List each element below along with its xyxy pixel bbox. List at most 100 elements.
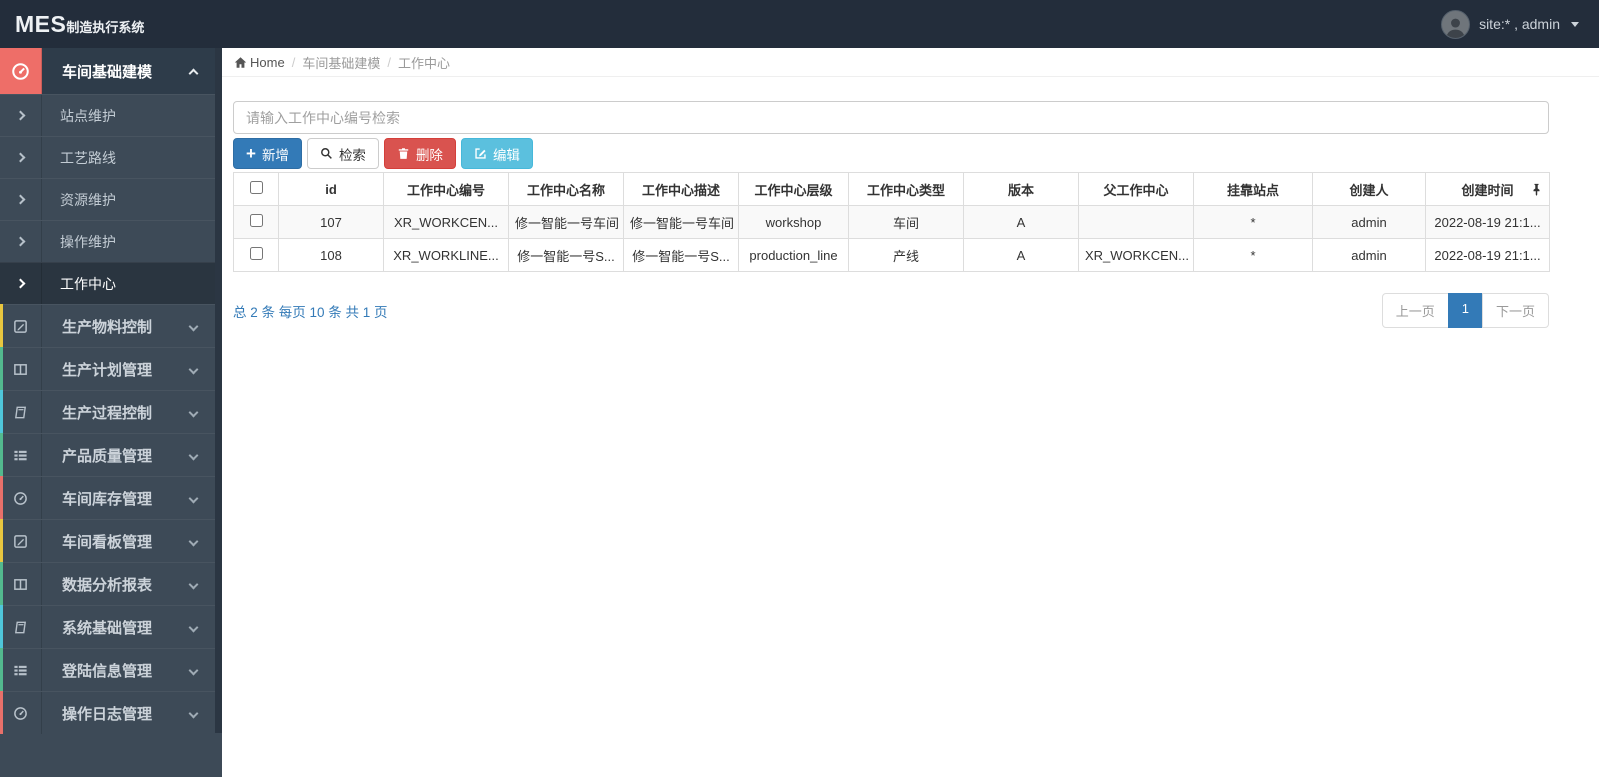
column-header-name[interactable]: 工作中心名称 — [508, 172, 624, 206]
sidebar-group-label: 数据分析报表 — [62, 576, 153, 594]
sidebar-group-material-control[interactable]: 生产物料控制 — [0, 304, 215, 347]
sidebar-scrollbar[interactable] — [215, 48, 222, 733]
column-header-type[interactable]: 工作中心类型 — [848, 172, 964, 206]
pin-icon[interactable] — [1531, 183, 1542, 196]
sidebar-item-label: 工艺路线 — [60, 149, 116, 166]
column-header-created-label: 创建时间 — [1461, 182, 1514, 198]
select-all-header — [233, 172, 279, 206]
accent-strip — [0, 304, 3, 347]
pagination-next-button[interactable]: 下一页 — [1481, 293, 1549, 328]
column-header-parent[interactable]: 父工作中心 — [1078, 172, 1194, 206]
column-header-desc[interactable]: 工作中心描述 — [623, 172, 739, 206]
sidebar-item-label: 站点维护 — [60, 107, 116, 124]
search-icon — [320, 148, 332, 159]
column-header-station[interactable]: 挂靠站点 — [1193, 172, 1313, 206]
breadcrumb: Home / 车间基础建模 / 工作中心 — [222, 48, 1599, 77]
select-all-checkbox[interactable] — [249, 181, 263, 194]
sidebar-item-resource-maintenance[interactable]: 资源维护 — [0, 178, 215, 220]
sidebar-group-label: 车间看板管理 — [62, 533, 153, 551]
sidebar-group-label: 生产物料控制 — [62, 318, 153, 336]
sidebar-item-work-center[interactable]: 工作中心 — [0, 262, 215, 304]
th-list-icon — [0, 434, 42, 476]
sidebar-item-process-route[interactable]: 工艺路线 — [0, 136, 215, 178]
pagination-page-1-button[interactable]: 1 — [1447, 293, 1483, 328]
work-center-table: id 工作中心编号 工作中心名称 工作中心描述 工作中心层级 工作中心类型 版本… — [233, 172, 1550, 272]
cell-parent — [1078, 205, 1194, 239]
cell-type: 产线 — [848, 238, 964, 272]
breadcrumb-level1[interactable]: 车间基础建模 — [302, 53, 380, 72]
column-header-level[interactable]: 工作中心层级 — [738, 172, 849, 206]
chevron-down-icon — [188, 450, 199, 460]
sidebar-group-system-management[interactable]: 系统基础管理 — [0, 605, 215, 648]
cell-id: 108 — [278, 238, 384, 272]
pagination-prev-button[interactable]: 上一页 — [1381, 293, 1449, 328]
sidebar-group-operation-log-management[interactable]: 操作日志管理 — [0, 691, 215, 734]
chevron-right-icon — [0, 95, 42, 136]
sidebar-group-process-control[interactable]: 生产过程控制 — [0, 390, 215, 433]
add-button[interactable]: + 新增 — [233, 138, 302, 169]
sidebar-group-label: 车间库存管理 — [62, 490, 153, 508]
work-center-search-input[interactable] — [233, 101, 1549, 134]
sidebar-group-kanban-management[interactable]: 车间看板管理 — [0, 519, 215, 562]
search-button-label: 检索 — [338, 147, 366, 163]
edit-button[interactable]: 编辑 — [460, 138, 533, 169]
breadcrumb-separator: / — [291, 54, 296, 70]
delete-button[interactable]: 删除 — [383, 138, 456, 169]
chevron-down-icon — [188, 321, 199, 331]
user-menu[interactable]: site:* , admin — [1441, 9, 1579, 39]
sidebar-group-workshop-modeling[interactable]: 车间基础建模 — [0, 48, 215, 94]
accent-strip — [0, 476, 3, 519]
column-header-creator[interactable]: 创建人 — [1312, 172, 1426, 206]
top-navbar: MES 制造执行系统 site:* , admin — [0, 0, 1599, 48]
chevron-down-icon — [188, 708, 199, 718]
sidebar-item-station-maintenance[interactable]: 站点维护 — [0, 94, 215, 136]
sidebar-group-plan-management[interactable]: 生产计划管理 — [0, 347, 215, 390]
column-header-id[interactable]: id — [278, 172, 384, 206]
breadcrumb-home-link[interactable]: Home — [234, 55, 285, 70]
cell-version: A — [963, 205, 1079, 239]
column-header-version[interactable]: 版本 — [963, 172, 1079, 206]
sidebar-group-inventory-management[interactable]: 车间库存管理 — [0, 476, 215, 519]
sidebar-item-label: 工作中心 — [60, 275, 116, 292]
sidebar-group-analytics-reports[interactable]: 数据分析报表 — [0, 562, 215, 605]
breadcrumb-separator: / — [387, 54, 391, 70]
column-header-created[interactable]: 创建时间 — [1425, 172, 1550, 206]
sidebar-group-label: 登陆信息管理 — [62, 662, 153, 680]
sidebar-menu: 车间基础建模 站点维护 工艺路线 资源维护 操作维护 工作中心 生产物料控制 生… — [0, 48, 215, 734]
table-row[interactable]: 107 XR_WORKCEN... 修一智能一号车间 修一智能一号车间 work… — [233, 205, 1550, 239]
sidebar-item-operation-maintenance[interactable]: 操作维护 — [0, 220, 215, 262]
sidebar-item-label: 操作维护 — [60, 233, 116, 250]
row-checkbox[interactable] — [249, 247, 263, 260]
sidebar-group-quality-management[interactable]: 产品质量管理 — [0, 433, 215, 476]
sidebar-group-label: 车间基础建模 — [62, 63, 153, 81]
cell-desc: 修一智能一号车间 — [623, 205, 739, 239]
home-icon — [234, 56, 247, 68]
cell-id: 107 — [278, 205, 384, 239]
chevron-down-icon — [188, 407, 199, 417]
chevron-right-icon — [0, 179, 42, 220]
user-label: site:* , admin — [1479, 16, 1560, 32]
sidebar-group-login-info-management[interactable]: 登陆信息管理 — [0, 648, 215, 691]
app-logo[interactable]: MES 制造执行系统 — [15, 11, 144, 38]
chevron-down-icon — [188, 536, 199, 546]
pencil-square-icon — [0, 305, 42, 347]
chevron-right-icon — [0, 263, 42, 304]
pagination: 上一页 1 下一页 — [1381, 293, 1549, 328]
chevron-down-icon — [188, 579, 199, 589]
tachometer-icon — [0, 477, 42, 519]
book-icon — [0, 606, 42, 648]
table-footer: 总 2 条 每页 10 条 共 1 页 上一页 1 下一页 — [233, 293, 1549, 328]
chevron-down-icon — [188, 493, 199, 503]
sidebar-group-label: 操作日志管理 — [62, 705, 153, 723]
cell-version: A — [963, 238, 1079, 272]
cell-station: * — [1193, 238, 1313, 272]
cell-name: 修一智能一号S... — [508, 238, 624, 272]
table-row[interactable]: 108 XR_WORKLINE... 修一智能一号S... 修一智能一号S...… — [233, 238, 1550, 272]
sidebar-group-label: 系统基础管理 — [62, 619, 153, 637]
search-button[interactable]: 检索 — [306, 138, 379, 169]
app-logo-subtitle: 制造执行系统 — [66, 19, 145, 35]
column-header-code[interactable]: 工作中心编号 — [383, 172, 509, 206]
row-checkbox[interactable] — [249, 214, 263, 227]
cell-code: XR_WORKLINE... — [383, 238, 509, 272]
cell-name: 修一智能一号车间 — [508, 205, 624, 239]
